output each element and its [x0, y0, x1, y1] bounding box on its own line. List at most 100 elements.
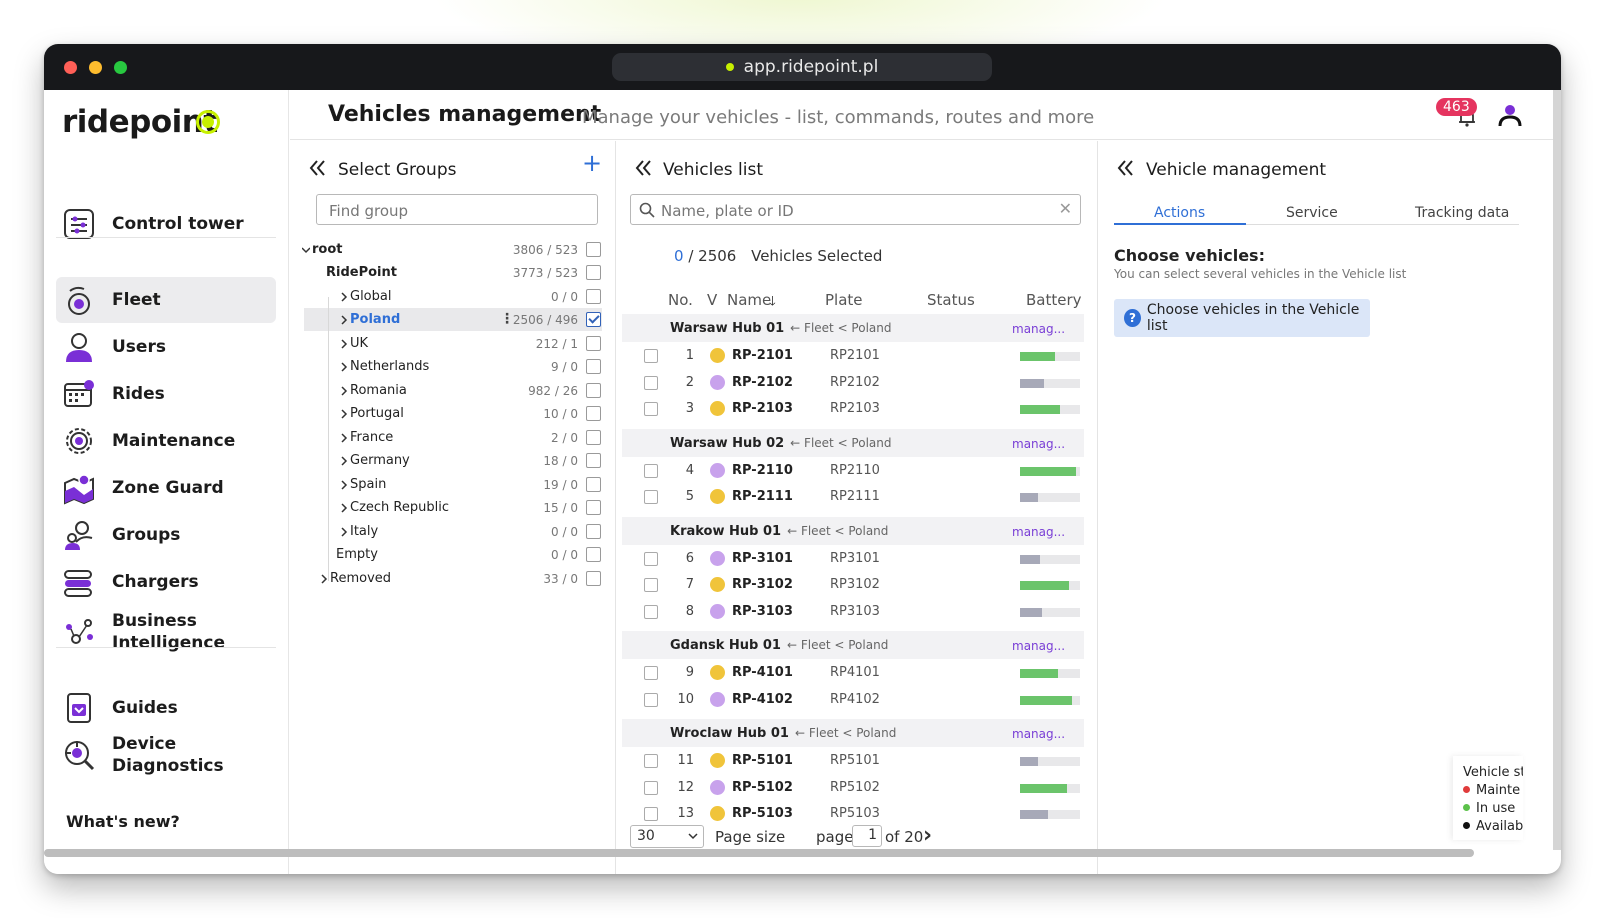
minimize-window-button[interactable] [89, 61, 102, 74]
vehicle-row[interactable]: 1 RP-2101 RP2101 [622, 343, 1084, 369]
vehicle-checkbox[interactable] [644, 807, 658, 821]
add-group-button[interactable]: + [582, 149, 602, 177]
vehicle-row[interactable]: 6 RP-3101 RP3101 [622, 545, 1084, 572]
collapse-groups-icon[interactable] [308, 159, 326, 177]
manage-group-link[interactable]: manag... [1012, 639, 1065, 653]
page-input[interactable]: 1 [852, 825, 882, 847]
vehicle-checkbox[interactable] [644, 402, 658, 416]
chevron-right-icon[interactable] [340, 527, 348, 537]
group-row[interactable]: Czech Republic 15 / 0 [304, 496, 602, 519]
col-v[interactable]: V [707, 291, 717, 309]
vehicle-checkbox[interactable] [644, 780, 658, 795]
col-battery[interactable]: Battery [1026, 291, 1082, 309]
vertical-scrollbar[interactable] [1553, 90, 1561, 850]
vehicle-checkbox[interactable] [644, 463, 658, 478]
vehicle-row[interactable]: 3 RP-2103 RP2103 [622, 396, 1084, 422]
group-checkbox[interactable] [586, 336, 601, 351]
group-checkbox[interactable] [586, 289, 601, 304]
sidebar-item-guides[interactable]: Guides [56, 685, 276, 731]
tab-tracking-data[interactable]: Tracking data [1415, 205, 1509, 221]
next-page-button[interactable]: › [923, 823, 932, 848]
vehicle-row[interactable]: 12 RP-5102 RP5102 [622, 774, 1084, 801]
vehicle-search-input[interactable]: Name, plate or ID ✕ [630, 194, 1081, 225]
collapse-management-icon[interactable] [1116, 159, 1134, 177]
col-status[interactable]: Status [927, 291, 975, 309]
vehicle-checkbox[interactable] [644, 490, 658, 504]
chevron-down-icon[interactable] [302, 245, 310, 255]
vehicle-row[interactable]: 5 RP-2111 RP2111 [622, 484, 1084, 510]
vehicle-checkbox[interactable] [644, 349, 658, 363]
vehicle-checkbox[interactable] [644, 666, 658, 680]
group-checkbox[interactable] [586, 571, 601, 586]
manage-group-link[interactable]: manag... [1012, 437, 1065, 451]
vehicle-row[interactable]: 7 RP-3102 RP3102 [622, 572, 1084, 598]
vehicle-row[interactable]: 2 RP-2102 RP2102 [622, 369, 1084, 396]
group-row[interactable]: RidePoint 3773 / 523 [304, 261, 602, 284]
group-checkbox[interactable] [586, 430, 601, 445]
group-checkbox[interactable] [586, 500, 601, 515]
vehicle-name[interactable]: RP-3103 [732, 604, 793, 619]
group-checkbox[interactable] [586, 312, 601, 327]
group-row[interactable]: Italy 0 / 0 [304, 520, 602, 543]
find-group-input[interactable]: Find group [316, 194, 598, 225]
whats-new-link[interactable]: What's new? [66, 812, 180, 831]
chevron-right-icon[interactable] [340, 386, 348, 396]
vehicle-name[interactable]: RP-5102 [732, 780, 793, 795]
manage-group-link[interactable]: manag... [1012, 727, 1065, 741]
group-row[interactable]: root 3806 / 523 [302, 238, 602, 261]
maximize-window-button[interactable] [114, 61, 127, 74]
group-checkbox[interactable] [586, 406, 601, 421]
group-row[interactable]: France 2 / 0 [304, 426, 602, 449]
group-row[interactable]: Germany 18 / 0 [304, 449, 602, 472]
group-row[interactable]: Global 0 / 0 [304, 285, 602, 308]
group-checkbox[interactable] [586, 547, 601, 562]
vehicle-name[interactable]: RP-3102 [732, 577, 793, 592]
group-row[interactable]: Empty 0 / 0 [304, 543, 602, 566]
chevron-right-icon[interactable] [340, 292, 348, 302]
collapse-list-icon[interactable] [634, 159, 652, 177]
chevron-right-icon[interactable] [340, 409, 348, 419]
vehicle-row[interactable]: 11 RP-5101 RP5101 [622, 748, 1084, 774]
sort-desc-icon[interactable]: 🡓 [769, 292, 776, 314]
group-row[interactable]: Romania 982 / 26 [304, 379, 602, 402]
vehicle-checkbox[interactable] [644, 692, 658, 707]
sidebar-item-control-tower[interactable]: Control tower [56, 201, 276, 247]
tab-service[interactable]: Service [1286, 205, 1338, 221]
manage-group-link[interactable]: manag... [1012, 322, 1065, 336]
chevron-right-icon[interactable] [340, 315, 348, 325]
chevron-right-icon[interactable] [340, 339, 348, 349]
sidebar-item-business-intelligence[interactable]: Business Intelligence [56, 607, 276, 657]
group-checkbox[interactable] [586, 477, 601, 492]
vehicle-name[interactable]: RP-5101 [732, 753, 793, 768]
group-row[interactable]: Removed 33 / 0 [304, 567, 602, 590]
vehicle-group-header[interactable]: Gdansk Hub 01 ← Fleet < Poland manag... [622, 631, 1084, 659]
group-checkbox[interactable] [586, 359, 601, 374]
group-checkbox[interactable] [586, 242, 601, 257]
vehicle-name[interactable]: RP-3101 [732, 551, 793, 566]
vehicle-row[interactable]: 4 RP-2110 RP2110 [622, 457, 1084, 484]
group-checkbox[interactable] [586, 524, 601, 539]
group-checkbox[interactable] [586, 383, 601, 398]
vehicle-group-header[interactable]: Warsaw Hub 02 ← Fleet < Poland manag... [622, 428, 1084, 457]
user-avatar-icon[interactable] [1497, 102, 1523, 128]
sidebar-item-maintenance[interactable]: Maintenance [56, 418, 276, 464]
group-row[interactable]: UK 212 / 1 [304, 332, 602, 355]
vehicle-group-header[interactable]: Warsaw Hub 01 ← Fleet < Poland manag... [622, 314, 1084, 342]
sidebar-item-fleet[interactable]: Fleet [56, 277, 276, 323]
vehicle-row[interactable]: 8 RP-3103 RP3103 [622, 598, 1084, 625]
group-row[interactable]: Spain 19 / 0 [304, 473, 602, 496]
sidebar-item-rides[interactable]: Rides [56, 371, 276, 417]
vehicle-checkbox[interactable] [644, 604, 658, 619]
sidebar-item-device-diagnostics[interactable]: Device Diagnostics [56, 732, 276, 778]
clear-search-icon[interactable]: ✕ [1059, 199, 1072, 218]
horizontal-scrollbar[interactable] [44, 849, 1474, 857]
chevron-right-icon[interactable] [340, 503, 348, 513]
manage-group-link[interactable]: manag... [1012, 525, 1065, 539]
vehicle-group-header[interactable]: Wroclaw Hub 01 ← Fleet < Poland manag... [622, 719, 1084, 747]
group-checkbox[interactable] [586, 265, 601, 280]
sidebar-item-users[interactable]: Users [56, 324, 276, 370]
chevron-right-icon[interactable] [340, 433, 348, 443]
vehicle-name[interactable]: RP-4102 [732, 692, 793, 707]
vehicle-name[interactable]: RP-4101 [732, 665, 793, 680]
page-size-select[interactable]: 30 [630, 825, 704, 848]
